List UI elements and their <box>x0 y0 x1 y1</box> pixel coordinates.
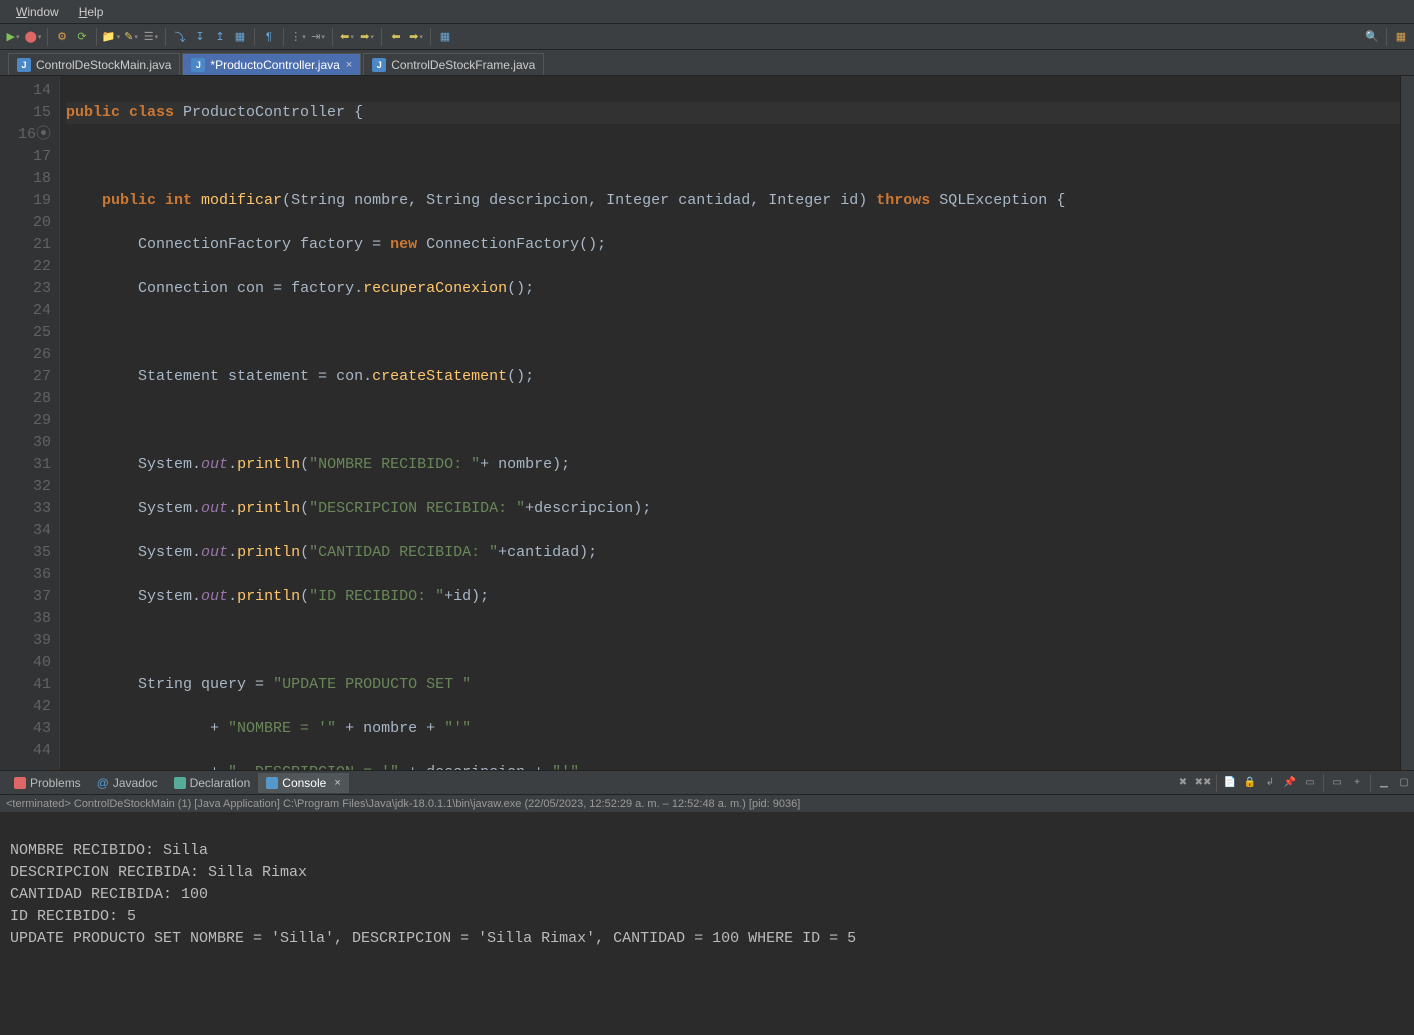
task-icon[interactable]: ☰ <box>142 28 160 46</box>
resume-icon[interactable]: ▦ <box>231 28 249 46</box>
open-type-icon[interactable]: 📁 <box>102 28 120 46</box>
next-annotation-icon[interactable]: ➡ <box>358 28 376 46</box>
console-icon <box>266 777 278 789</box>
back-icon[interactable]: ⬅ <box>387 28 405 46</box>
console-line: DESCRIPCION RECIBIDA: Silla Rimax <box>10 864 307 881</box>
previous-annotation-icon[interactable]: ⬅ <box>338 28 356 46</box>
remove-all-icon[interactable]: ✖✖ <box>1195 775 1211 791</box>
java-file-icon: J <box>17 58 31 72</box>
close-icon[interactable]: × <box>334 777 340 789</box>
problems-icon <box>14 777 26 789</box>
stepover-icon[interactable]: ⤵ <box>171 28 189 46</box>
search-icon[interactable]: 🔍 <box>1363 28 1381 46</box>
console-output[interactable]: NOMBRE RECIBIDO: Silla DESCRIPCION RECIB… <box>0 812 1414 1032</box>
console-line: UPDATE PRODUCTO SET NOMBRE = 'Silla', DE… <box>10 930 856 947</box>
editor-tabs: J ControlDeStockMain.java J *ProductoCon… <box>0 50 1414 76</box>
close-icon[interactable]: × <box>346 59 352 71</box>
overview-ruler[interactable] <box>1400 76 1414 770</box>
toggle-breakpoint-icon[interactable]: ¶ <box>260 28 278 46</box>
scroll-lock-icon[interactable]: 🔒 <box>1242 775 1258 791</box>
maximize-icon[interactable]: ▢ <box>1396 775 1412 791</box>
run-dropdown-icon[interactable]: ▶ <box>4 28 22 46</box>
tab-controldestockframe[interactable]: J ControlDeStockFrame.java <box>363 53 544 75</box>
tab-label: ControlDeStockMain.java <box>36 58 171 72</box>
main-toolbar: ▶ ⬤ ⚙ ⟳ 📁 ✎ ☰ ⤵ ↧ ↥ ▦ ¶ ⋮ ⇥ ⬅ ➡ ⬅ ➡ ▦ 🔍 … <box>0 24 1414 50</box>
refresh-icon[interactable]: ⟳ <box>73 28 91 46</box>
tab-javadoc[interactable]: @ Javadoc <box>89 773 166 793</box>
editor[interactable]: 14 15 16⦿ 17 18 19 20 21 22 23 24 25 26 … <box>0 76 1414 770</box>
declaration-icon <box>174 777 186 789</box>
minimize-icon[interactable]: ▁ <box>1376 775 1392 791</box>
console-status: <terminated> ControlDeStockMain (1) [Jav… <box>6 798 800 810</box>
clear-console-icon[interactable]: 📄 <box>1222 775 1238 791</box>
menu-help[interactable]: Help <box>69 3 114 21</box>
debug-dropdown-icon[interactable]: ⬤ <box>24 28 42 46</box>
line-gutter: 14 15 16⦿ 17 18 19 20 21 22 23 24 25 26 … <box>0 76 60 770</box>
pin-console-icon[interactable]: 📌 <box>1282 775 1298 791</box>
stepinto-icon[interactable]: ↧ <box>191 28 209 46</box>
tab-console[interactable]: Console× <box>258 773 348 793</box>
java-file-icon: J <box>372 58 386 72</box>
console-header: <terminated> ControlDeStockMain (1) [Jav… <box>0 794 1414 812</box>
tab-productocontroller[interactable]: J *ProductoController.java × <box>182 53 361 75</box>
open-console-icon[interactable]: ▭ <box>1329 775 1345 791</box>
open-perspective-icon[interactable]: ▦ <box>1392 28 1410 46</box>
format-icon[interactable]: ⋮ <box>289 28 307 46</box>
display-selected-icon[interactable]: ▭ <box>1302 775 1318 791</box>
tab-problems[interactable]: Problems <box>6 773 89 793</box>
remove-launch-icon[interactable]: ✖ <box>1175 775 1191 791</box>
java-file-icon: J <box>191 58 205 72</box>
bottom-view-tabs: Problems @ Javadoc Declaration Console× … <box>0 770 1414 794</box>
indent-icon[interactable]: ⇥ <box>309 28 327 46</box>
tab-controldestockmain[interactable]: J ControlDeStockMain.java <box>8 53 180 75</box>
new-icon[interactable]: ⚙ <box>53 28 71 46</box>
code-area[interactable]: public class ProductoController { public… <box>60 76 1400 770</box>
new-console-view-icon[interactable]: + <box>1349 775 1365 791</box>
forward-icon[interactable]: ➡ <box>407 28 425 46</box>
stepout-icon[interactable]: ↥ <box>211 28 229 46</box>
highlight-icon[interactable]: ✎ <box>122 28 140 46</box>
word-wrap-icon[interactable]: ↲ <box>1262 775 1278 791</box>
console-line: CANTIDAD RECIBIDA: 100 <box>10 886 208 903</box>
console-line: ID RECIBIDO: 5 <box>10 908 136 925</box>
menubar: Window Help <box>0 0 1414 24</box>
menu-window[interactable]: Window <box>6 3 69 21</box>
tab-label: ControlDeStockFrame.java <box>391 58 535 72</box>
tab-label: *ProductoController.java <box>210 58 339 72</box>
perspective-icon[interactable]: ▦ <box>436 28 454 46</box>
tab-declaration[interactable]: Declaration <box>166 773 259 793</box>
console-line: NOMBRE RECIBIDO: Silla <box>10 842 208 859</box>
